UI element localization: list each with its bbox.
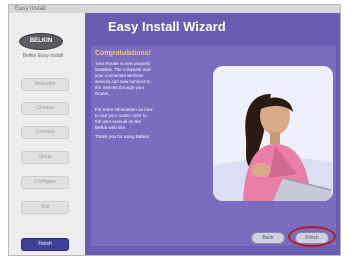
page-title: Easy Install Wizard (108, 19, 226, 34)
belkin-logo-icon: BELKIN (19, 33, 63, 50)
body-paragraph-2: For more information on how to use your … (95, 107, 153, 130)
sidebar-step-setup[interactable]: Setup (21, 151, 69, 164)
logo-text: BELKIN (29, 38, 53, 44)
sidebar-step-configure[interactable]: Configure (21, 176, 69, 189)
sidebar-step-test[interactable]: Test (21, 201, 69, 214)
sidebar-step-finish[interactable]: Finish (21, 238, 69, 251)
content-panel: Congratulations! Your Router is now prop… (91, 46, 336, 247)
body-paragraph-1: Your Router is now properly installed. T… (95, 61, 151, 96)
congratulations-heading: Congratulations! (95, 50, 151, 57)
body-paragraph-3: Thank you for using Belkin! (95, 134, 150, 139)
window-top-strip-label: Easy Install (15, 6, 46, 12)
woman-photo-image (213, 66, 333, 201)
sidebar-tagline: Belkin Easy Install (22, 53, 64, 59)
sidebar-step-choose[interactable]: Choose (21, 102, 69, 115)
finish-button-highlight-ring (288, 226, 336, 247)
back-button[interactable]: Back (251, 232, 285, 244)
sidebar-step-welcome[interactable]: Welcome (21, 78, 69, 91)
sidebar-step-connect[interactable]: Connect (21, 126, 69, 139)
sidebar: BELKIN Belkin Easy Install Welcome Choos… (9, 13, 85, 255)
installer-window: Easy Install BELKIN Belkin Easy Install … (8, 4, 341, 256)
main-panel: Easy Install Wizard Congratulations! You… (85, 13, 340, 255)
window-top-strip: Easy Install (9, 5, 340, 13)
